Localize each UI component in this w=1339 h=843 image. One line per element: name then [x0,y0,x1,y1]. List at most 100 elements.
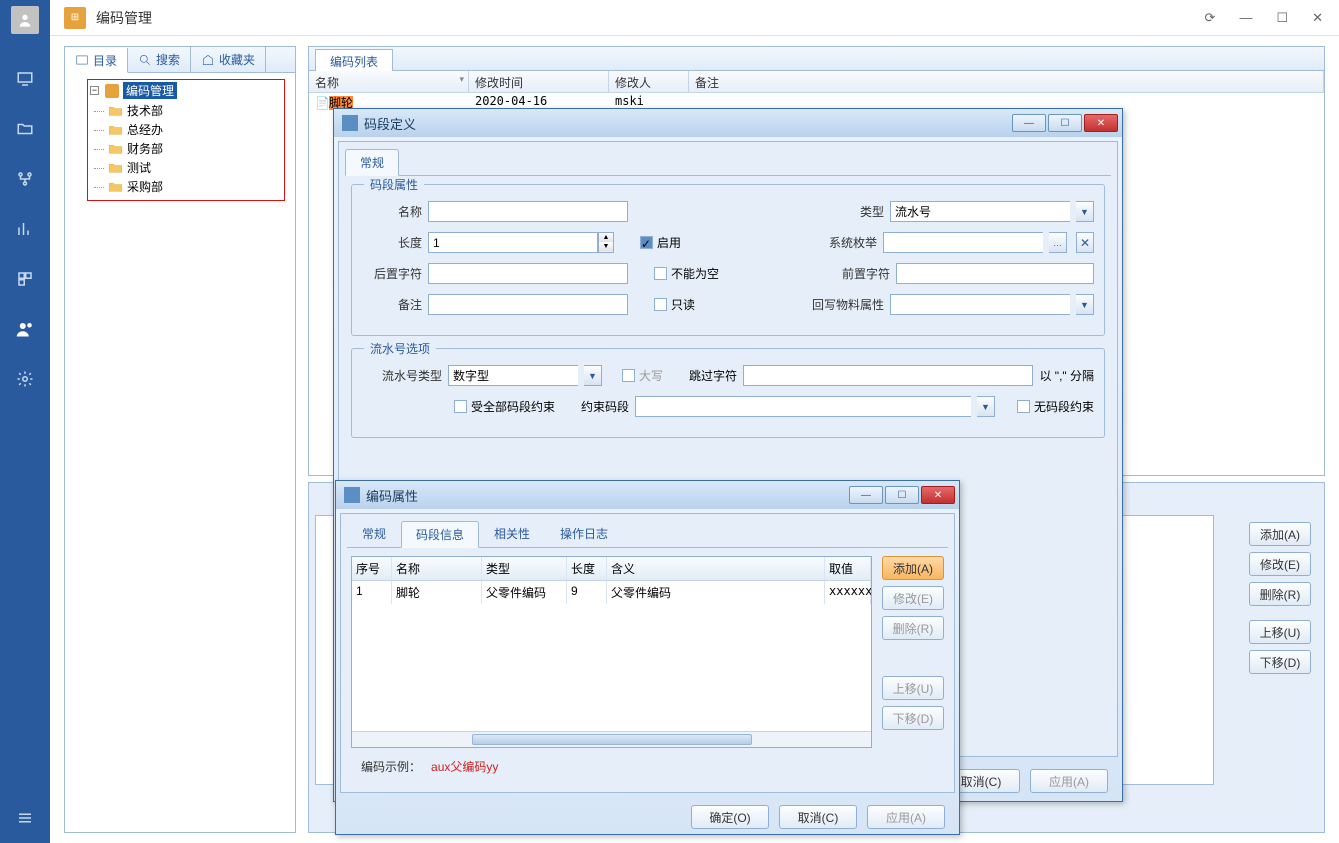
monitor-icon[interactable] [14,68,36,90]
dialog-icon [344,487,360,503]
upper-checkbox[interactable]: 大写 [622,367,663,384]
add-button[interactable]: 添加(A) [882,556,944,580]
tab-directory[interactable]: 目录 [65,48,128,73]
edit-button[interactable]: 修改(E) [882,586,944,610]
tab-encoding-list[interactable]: 编码列表 [315,49,393,71]
tab-search[interactable]: 搜索 [128,47,191,72]
minimize-button[interactable]: — [849,486,883,504]
apply-button[interactable]: 应用(A) [867,805,945,829]
col-meaning[interactable]: 含义 [607,557,825,580]
bg-delete-button[interactable]: 删除(R) [1249,582,1311,606]
delete-button[interactable]: 删除(R) [882,616,944,640]
menu-icon[interactable] [14,807,36,829]
enable-checkbox[interactable]: ✓启用 [640,234,681,251]
close-button[interactable]: ✕ [1084,114,1118,132]
writeback-input[interactable] [890,294,1070,315]
serial-type-select[interactable] [448,365,578,386]
col-remark[interactable]: 备注 [689,71,1324,92]
gear-icon[interactable] [14,368,36,390]
col-modifier[interactable]: 修改人 [609,71,689,92]
col-value[interactable]: 取值 [825,557,871,580]
close-icon[interactable]: ✕ [1312,10,1323,26]
remark-input[interactable] [428,294,628,315]
name-input[interactable] [428,201,628,222]
scrollbar[interactable] [352,731,871,747]
length-input[interactable] [428,232,598,253]
collapse-icon[interactable]: − [90,86,99,95]
spin-up-icon[interactable]: ▲ [599,233,613,242]
bg-down-button[interactable]: 下移(D) [1249,650,1311,674]
dialog-titlebar[interactable]: 码段定义 — ☐ ✕ [334,109,1122,137]
col-idx[interactable]: 序号 [352,557,392,580]
col-type[interactable]: 类型 [482,557,567,580]
tab-favorites[interactable]: 收藏夹 [191,47,266,72]
length-spinner[interactable]: ▲▼ [428,232,614,253]
close-button[interactable]: ✕ [921,486,955,504]
bg-up-button[interactable]: 上移(U) [1249,620,1311,644]
avatar[interactable] [11,6,39,34]
apply-button[interactable]: 应用(A) [1030,769,1108,793]
minimize-icon[interactable]: — [1239,10,1252,25]
root-folder-icon [105,84,119,98]
browse-icon[interactable]: … [1049,232,1067,253]
chart-icon[interactable] [14,218,36,240]
spin-down-icon[interactable]: ▼ [599,242,613,251]
page-title: 编码管理 [96,8,152,28]
dropdown-icon[interactable]: ▼ [1076,201,1094,222]
tree-root-label: 编码管理 [123,82,177,99]
enum-label: 系统枚举 [797,234,877,251]
flow-icon[interactable] [14,168,36,190]
tab-general[interactable]: 常规 [345,149,399,176]
encoding-props-dialog: 编码属性 — ☐ ✕ 常规 码段信息 相关性 操作日志 序号 名称 类型 长度 [335,480,960,835]
ok-button[interactable]: 确定(O) [691,805,769,829]
tab-general[interactable]: 常规 [347,520,401,547]
suffix-input[interactable] [428,263,628,284]
tab-log[interactable]: 操作日志 [545,520,623,547]
bg-edit-button[interactable]: 修改(E) [1249,552,1311,576]
tree-item[interactable]: 采购部 [90,177,282,196]
constrain-seg-input[interactable] [635,396,971,417]
refresh-icon[interactable]: ⟳ [1205,10,1216,26]
writeback-label: 回写物料属性 [788,296,884,313]
scrollbar-thumb[interactable] [472,734,752,745]
tree-item[interactable]: 总经办 [90,120,282,139]
tab-relation[interactable]: 相关性 [479,520,545,547]
dialog-titlebar[interactable]: 编码属性 — ☐ ✕ [336,481,959,509]
constrain-all-checkbox[interactable]: 受全部码段约束 [454,398,555,415]
up-button[interactable]: 上移(U) [882,676,944,700]
bg-add-button[interactable]: 添加(A) [1249,522,1311,546]
dropdown-icon[interactable]: ▼ [977,396,995,417]
maximize-button[interactable]: ☐ [885,486,919,504]
col-mtime[interactable]: 修改时间 [469,71,609,92]
minimize-button[interactable]: — [1012,114,1046,132]
readonly-checkbox[interactable]: 只读 [654,296,695,313]
prefix-label: 前置字符 [810,265,890,282]
col-name[interactable]: 名称 [309,71,469,92]
notnull-checkbox[interactable]: 不能为空 [654,265,719,282]
tree-item[interactable]: 测试 [90,158,282,177]
users-icon[interactable] [14,318,36,340]
enum-input[interactable] [883,232,1043,253]
tree-item[interactable]: 技术部 [90,101,282,120]
maximize-button[interactable]: ☐ [1048,114,1082,132]
tree-root[interactable]: − 编码管理 [90,82,282,99]
cancel-button[interactable]: 取消(C) [779,805,857,829]
skip-input[interactable] [743,365,1033,386]
no-constrain-checkbox[interactable]: 无码段约束 [1017,398,1094,415]
tree-item[interactable]: 财务部 [90,139,282,158]
col-name[interactable]: 名称 [392,557,482,580]
maximize-icon[interactable]: ☐ [1276,10,1288,26]
folder-icon[interactable] [14,118,36,140]
dropdown-icon[interactable]: ▼ [1076,294,1094,315]
tree-item-label: 总经办 [127,121,163,138]
cell-meaning: 父零件编码 [607,581,825,604]
clear-icon[interactable]: ✕ [1076,232,1094,253]
col-length[interactable]: 长度 [567,557,607,580]
grid-row[interactable]: 1 脚轮 父零件编码 9 父零件编码 xxxxxx [352,581,871,604]
module-icon[interactable] [14,268,36,290]
tab-segment-info[interactable]: 码段信息 [401,521,479,548]
type-select[interactable] [890,201,1070,222]
prefix-input[interactable] [896,263,1094,284]
dropdown-icon[interactable]: ▼ [584,365,602,386]
down-button[interactable]: 下移(D) [882,706,944,730]
